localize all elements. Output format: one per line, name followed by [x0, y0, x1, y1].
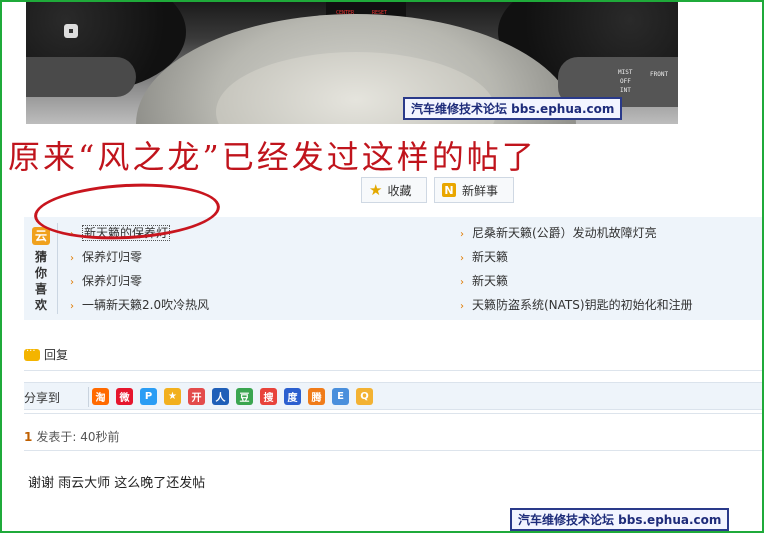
title-char: 你 — [34, 266, 47, 280]
rec-link-right-2[interactable]: › 新天籁 — [460, 248, 508, 265]
rec-link-left-3[interactable]: › 保养灯归零 — [70, 272, 142, 289]
floor-number: 1 — [24, 430, 33, 444]
arrow-icon: › — [70, 277, 74, 288]
rec-link-label: 保养灯归零 — [82, 250, 143, 264]
star-icon: ★ — [369, 181, 383, 199]
divider — [24, 413, 762, 414]
reply-label: 回复 — [44, 348, 69, 362]
divider — [24, 450, 762, 451]
title-char: 喜 — [34, 282, 47, 296]
title-char: 猜 — [34, 250, 47, 264]
rec-link-label: 天籁防盗系统(NATS)钥匙的初始化和注册 — [472, 298, 693, 312]
rec-link-right-3[interactable]: › 新天籁 — [460, 272, 508, 289]
post-body: 谢谢 雨云大师 这么晚了还发帖 — [28, 476, 206, 491]
rec-link-label: 保养灯归零 — [82, 274, 143, 288]
rec-link-label: 新天籁 — [472, 274, 509, 288]
rec-link-right-1[interactable]: › 尼桑新天籁(公爵）发动机故障灯亮 — [460, 224, 657, 241]
arrow-icon: › — [460, 229, 464, 240]
divider — [88, 387, 89, 407]
share-icon-7[interactable]: 豆 — [236, 388, 253, 405]
share-bar: 分享到 淘微 P ★ 开人豆搜度腾 E Q — [24, 382, 762, 410]
share-icon-1[interactable]: 淘 — [92, 388, 109, 405]
news-label: 新鲜事 — [462, 183, 499, 198]
share-icon-9[interactable]: 度 — [284, 388, 301, 405]
rec-link-label: 一辆新天籁2.0吹冷热风 — [82, 298, 210, 312]
stalk-label-int: INT — [620, 87, 631, 94]
stalk-label-mist: MIST — [618, 69, 633, 76]
arrow-icon: › — [460, 277, 464, 288]
share-icon-3[interactable]: P — [140, 388, 157, 405]
post-time: 发表于: 40秒前 — [36, 430, 120, 444]
share-icon-2[interactable]: 微 — [116, 388, 133, 405]
share-icon-10[interactable]: 腾 — [308, 388, 325, 405]
rec-link-right-4[interactable]: › 天籁防盗系统(NATS)钥匙的初始化和注册 — [460, 296, 693, 313]
share-icon-12[interactable]: Q — [356, 388, 373, 405]
share-icon-11[interactable]: E — [332, 388, 349, 405]
reply-button[interactable]: 回复 — [24, 346, 68, 363]
favorite-button[interactable]: ★ 收藏 — [361, 177, 427, 203]
arrow-icon: › — [70, 301, 74, 312]
rec-link-left-4[interactable]: › 一辆新天籁2.0吹冷热风 — [70, 296, 209, 313]
news-icon: N — [442, 183, 456, 197]
share-icon-4[interactable]: ★ — [164, 388, 181, 405]
rec-link-left-2[interactable]: › 保养灯归零 — [70, 248, 142, 265]
divider — [24, 370, 762, 371]
dashboard-button — [64, 24, 78, 38]
share-icon-6[interactable]: 人 — [212, 388, 229, 405]
annotation-headline: 原来“风之龙”已经发过这样的帖了 — [8, 138, 537, 176]
title-char: 欢 — [34, 298, 47, 312]
arrow-icon: › — [460, 253, 464, 264]
news-button[interactable]: N 新鲜事 — [434, 177, 514, 203]
favorite-label: 收藏 — [387, 183, 412, 198]
rec-link-label: 新天籁 — [472, 250, 509, 264]
watermark-top: 汽车维修技术论坛 bbs.ephua.com — [403, 97, 623, 120]
recommendations-title: 云 猜 你 喜 欢 — [30, 225, 52, 313]
share-icon-8[interactable]: 搜 — [260, 388, 277, 405]
share-icon-5[interactable]: 开 — [188, 388, 205, 405]
watermark-bottom: 汽车维修技术论坛 bbs.ephua.com — [510, 508, 730, 531]
share-label: 分享到 — [24, 391, 61, 405]
rec-link-label: 尼桑新天籁(公爵）发动机故障灯亮 — [472, 226, 657, 240]
stalk-label-off: OFF — [620, 78, 631, 85]
comment-icon — [24, 346, 40, 361]
arrow-icon: › — [460, 301, 464, 312]
stalk-label-front: FRONT — [650, 71, 669, 78]
left-stalk — [26, 57, 136, 97]
arrow-icon: › — [70, 253, 74, 264]
post-meta: 1 发表于: 40秒前 — [24, 428, 120, 445]
divider — [57, 223, 58, 314]
